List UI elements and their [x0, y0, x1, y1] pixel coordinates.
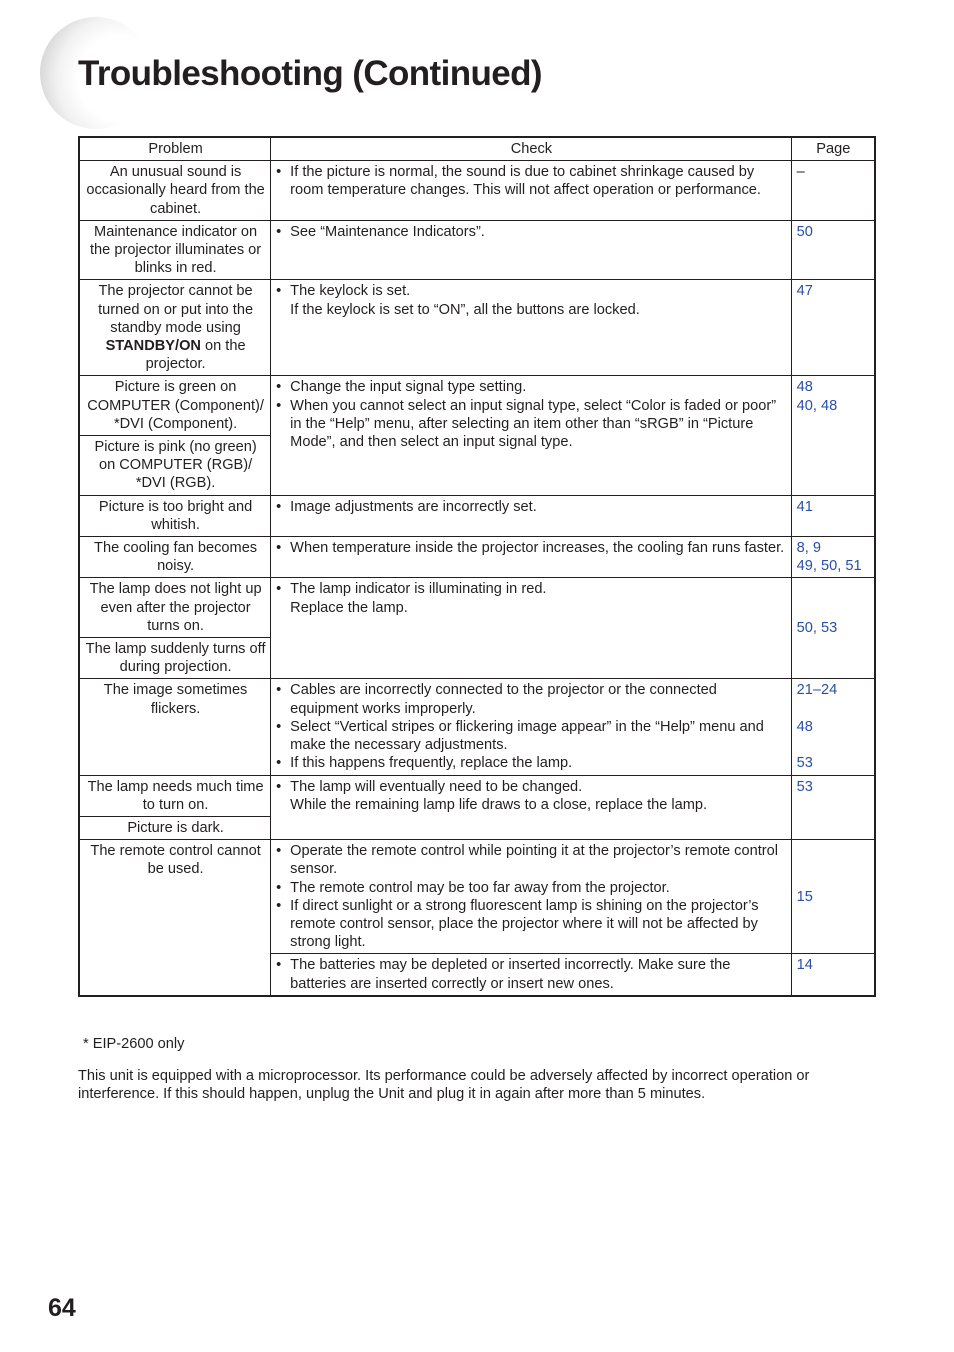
- table-row: The cooling fan becomes noisy. When temp…: [78, 536, 876, 579]
- table-row: Picture is green on COMPUTER (Component)…: [78, 375, 876, 496]
- problem-cell: The image sometimes flickers.: [78, 678, 272, 776]
- problem-cell: Picture is dark.: [78, 815, 272, 841]
- problem-text: The projector cannot be turned on or put…: [98, 283, 254, 336]
- check-cell: The lamp indicator is illuminating in re…: [270, 577, 792, 680]
- check-item: The lamp indicator is illuminating in re…: [276, 580, 786, 598]
- problem-cell: Picture is pink (no green) on COMPUTER (…: [78, 435, 272, 496]
- page-ref-link[interactable]: 8, 9: [797, 539, 870, 557]
- problem-cell: The lamp suddenly turns off during proje…: [78, 637, 272, 680]
- problem-cell: Picture is too bright and whitish.: [78, 494, 272, 538]
- footnote: * EIP-2600 only: [83, 1036, 185, 1052]
- problem-cell: Maintenance indicator on the projector i…: [78, 219, 272, 281]
- table-row: The projector cannot be turned on or put…: [78, 279, 876, 377]
- page-ref-link[interactable]: 14: [790, 953, 876, 997]
- page-number: 64: [48, 1294, 76, 1322]
- check-item: See “Maintenance Indicators”.: [276, 223, 786, 241]
- check-item: Change the input signal type setting.: [276, 378, 786, 396]
- check-item: When temperature inside the projector in…: [276, 539, 786, 557]
- table-row: Picture is too bright and whitish. Image…: [78, 494, 876, 538]
- check-item: The remote control may be too far away f…: [276, 879, 786, 897]
- page-ref-link[interactable]: 49, 50, 51: [797, 557, 870, 575]
- page-ref-link[interactable]: 53: [790, 774, 876, 841]
- check-cell: Operate the remote control while pointin…: [270, 839, 792, 955]
- check-item-continuation: If the keylock is set to “ON”, all the b…: [290, 301, 640, 318]
- check-item: The lamp will eventually need to be chan…: [276, 778, 786, 796]
- page-ref-link[interactable]: 21–24: [797, 681, 870, 699]
- check-cell: The lamp will eventually need to be chan…: [270, 774, 792, 841]
- check-item-continuation: Replace the lamp.: [290, 599, 408, 616]
- check-item-continuation: While the remaining lamp life draws to a…: [290, 796, 708, 813]
- page-ref-link[interactable]: 47: [790, 279, 876, 377]
- table-row: The remote control cannot be used. Opera…: [78, 839, 876, 997]
- table-row: The image sometimes flickers. Cables are…: [78, 678, 876, 776]
- table-row: The lamp needs much time to turn on. The…: [78, 774, 876, 841]
- check-item: When you cannot select an input signal t…: [276, 397, 786, 452]
- check-item: Cables are incorrectly connected to the …: [276, 681, 786, 717]
- table-row: An unusual sound is occasionally heard f…: [78, 160, 876, 221]
- check-cell: The batteries may be depleted or inserte…: [270, 953, 792, 997]
- check-cell: The keylock is set. If the keylock is se…: [270, 279, 792, 377]
- check-item: If the picture is normal, the sound is d…: [276, 163, 786, 199]
- page-ref-cell: 8, 9 49, 50, 51: [790, 536, 876, 579]
- problem-cell: An unusual sound is occasionally heard f…: [78, 160, 272, 221]
- problem-cell: The remote control cannot be used.: [78, 839, 272, 997]
- page-ref-cell: 48 40, 48: [790, 375, 876, 496]
- check-cell: See “Maintenance Indicators”.: [270, 219, 792, 281]
- check-item: Image adjustments are incorrectly set.: [276, 498, 786, 516]
- header-problem: Problem: [78, 136, 272, 162]
- header-page: Page: [790, 136, 876, 162]
- table-row: The lamp does not light up even after th…: [78, 577, 876, 680]
- problem-cell: The lamp does not light up even after th…: [78, 577, 272, 639]
- page-ref-link[interactable]: 48: [797, 378, 870, 396]
- page-ref-link[interactable]: 41: [790, 494, 876, 538]
- troubleshooting-table: Problem Check Page An unusual sound is o…: [78, 136, 876, 997]
- check-item: If this happens frequently, replace the …: [276, 754, 786, 772]
- standby-on-label: STANDBY/ON: [105, 338, 201, 355]
- problem-cell: The lamp needs much time to turn on.: [78, 774, 272, 817]
- problem-cell: Picture is green on COMPUTER (Component)…: [78, 375, 272, 437]
- check-cell: When temperature inside the projector in…: [270, 536, 792, 579]
- page-ref: –: [790, 160, 876, 221]
- check-cell: Image adjustments are incorrectly set.: [270, 494, 792, 538]
- check-item: Select “Vertical stripes or flickering i…: [276, 718, 786, 754]
- microprocessor-note: This unit is equipped with a microproces…: [78, 1068, 810, 1103]
- page-ref-link[interactable]: 40, 48: [797, 397, 870, 415]
- page-ref-cell: 21–24 48 53: [790, 678, 876, 776]
- problem-cell: The projector cannot be turned on or put…: [78, 279, 272, 377]
- page-ref-link[interactable]: 50, 53: [790, 577, 876, 680]
- page-ref-link[interactable]: 50: [790, 219, 876, 281]
- check-item: If direct sunlight or a strong fluoresce…: [276, 897, 786, 952]
- check-cell: Cables are incorrectly connected to the …: [270, 678, 792, 776]
- table-header-row: Problem Check Page: [78, 136, 876, 162]
- check-item: Operate the remote control while pointin…: [276, 842, 786, 878]
- page-ref-link[interactable]: 48: [797, 718, 870, 736]
- page-ref-link[interactable]: 15: [790, 839, 876, 955]
- page-title: Troubleshooting (Continued): [78, 54, 543, 93]
- check-item: The keylock is set.: [276, 282, 786, 300]
- table-row: Maintenance indicator on the projector i…: [78, 219, 876, 281]
- page-ref-link[interactable]: 53: [797, 754, 870, 772]
- check-cell: Change the input signal type setting. Wh…: [270, 375, 792, 496]
- check-item: The batteries may be depleted or inserte…: [276, 956, 786, 992]
- header-check: Check: [270, 136, 792, 162]
- problem-cell: The cooling fan becomes noisy.: [78, 536, 272, 579]
- check-cell: If the picture is normal, the sound is d…: [270, 160, 792, 221]
